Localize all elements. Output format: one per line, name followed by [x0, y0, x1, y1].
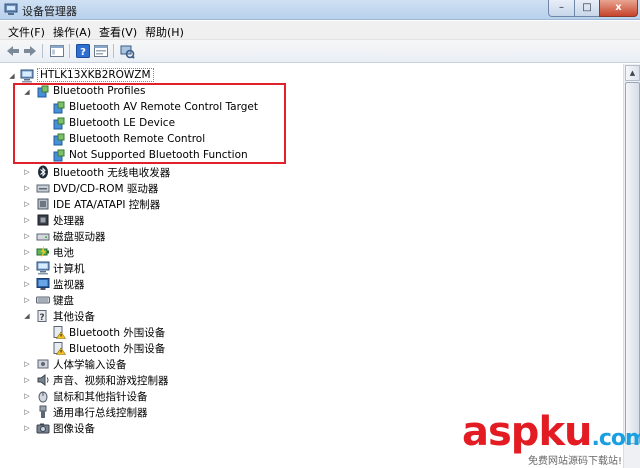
properties-icon[interactable] — [93, 43, 109, 59]
minimize-button[interactable]: – — [548, 0, 575, 17]
vertical-scrollbar[interactable]: ▲ — [623, 64, 640, 468]
expand-arrow-icon[interactable]: ▷ — [23, 296, 31, 304]
other-devices-icon: ? — [36, 309, 50, 323]
close-button[interactable]: x — [599, 0, 638, 17]
tree-device[interactable]: Bluetooth 外围设备 — [0, 340, 300, 356]
expand-arrow-icon[interactable]: ▷ — [23, 184, 31, 192]
category-label: 键盘 — [53, 295, 74, 307]
category-label: Bluetooth 无线电收发器 — [53, 167, 171, 179]
collapse-arrow-icon[interactable]: ◢ — [8, 72, 16, 80]
dvd-drive-icon — [36, 181, 50, 195]
aspku-watermark-logo: aspku.com 免费网站源码下载站! — [462, 409, 640, 467]
processor-icon — [36, 213, 50, 227]
expand-arrow-icon[interactable]: ▷ — [23, 280, 31, 288]
tree-category-dvd-cdrom[interactable]: ▷ DVD/CD-ROM 驱动器 — [0, 180, 300, 196]
expand-arrow-icon[interactable]: ▷ — [23, 376, 31, 384]
expand-arrow-icon[interactable]: ▷ — [23, 392, 31, 400]
tree-device[interactable]: Bluetooth 外围设备 — [0, 324, 300, 340]
tree-category-hid[interactable]: ▷ 人体学输入设备 — [0, 356, 300, 372]
usb-icon — [36, 405, 50, 419]
monitor-icon — [36, 277, 50, 291]
bluetooth-icon — [36, 165, 50, 179]
expand-arrow-icon[interactable]: ▷ — [23, 408, 31, 416]
tree-category-sound[interactable]: ▷ 声音、视频和游戏控制器 — [0, 372, 300, 388]
computer-icon — [20, 69, 34, 83]
tree-category-monitors[interactable]: ▷ 监视器 — [0, 276, 300, 292]
category-label: DVD/CD-ROM 驱动器 — [53, 183, 159, 195]
tree-root[interactable]: ◢ HTLK13XKB2ROWZM — [0, 68, 200, 84]
keyboard-icon — [36, 293, 50, 307]
device-manager-icon — [4, 3, 18, 16]
speaker-icon — [36, 373, 50, 387]
svg-text:?: ? — [80, 47, 86, 58]
toolbar-separator — [113, 44, 114, 58]
tree-category-bluetooth-radios[interactable]: ▷ Bluetooth 无线电收发器 — [0, 164, 300, 180]
battery-icon — [36, 245, 50, 259]
mouse-icon — [36, 389, 50, 403]
highlight-annotation-box — [13, 83, 286, 164]
device-label: Bluetooth 外围设备 — [69, 343, 166, 355]
category-label: 磁盘驱动器 — [53, 231, 106, 243]
computer-icon — [36, 261, 50, 275]
scan-hardware-icon[interactable] — [119, 43, 135, 59]
category-label: 声音、视频和游戏控制器 — [53, 375, 169, 387]
hid-icon — [36, 357, 50, 371]
back-icon[interactable] — [5, 43, 21, 59]
expand-arrow-icon[interactable]: ▷ — [23, 264, 31, 272]
category-label: 处理器 — [53, 215, 85, 227]
expand-arrow-icon[interactable]: ▷ — [23, 232, 31, 240]
menu-bar: 文件(F) 操作(A) 查看(V) 帮助(H) — [0, 21, 640, 40]
menu-view[interactable]: 查看(V) — [99, 24, 137, 40]
warning-device-icon — [52, 325, 66, 339]
category-label: 电池 — [53, 247, 74, 259]
scroll-up-button[interactable]: ▲ — [625, 65, 640, 81]
collapse-arrow-icon[interactable]: ◢ — [23, 312, 31, 320]
tree-category-keyboards[interactable]: ▷ 键盘 — [0, 292, 300, 308]
menu-action[interactable]: 操作(A) — [53, 24, 91, 40]
category-label: 通用串行总线控制器 — [53, 407, 148, 419]
menu-help[interactable]: 帮助(H) — [145, 24, 184, 40]
computer-name: HTLK13XKB2ROWZM — [37, 68, 154, 82]
menu-file[interactable]: 文件(F) — [8, 24, 45, 40]
tree-category-disk-drives[interactable]: ▷ 磁盘驱动器 — [0, 228, 300, 244]
disk-drive-icon — [36, 229, 50, 243]
category-label: 鼠标和其他指针设备 — [53, 391, 148, 403]
tree-category-mice[interactable]: ▷ 鼠标和其他指针设备 — [0, 388, 300, 404]
category-label: 监视器 — [53, 279, 85, 291]
toolbar: ? — [0, 40, 640, 63]
tree-category-ide-ata[interactable]: ▷ IDE ATA/ATAPI 控制器 — [0, 196, 300, 212]
tree-category-batteries[interactable]: ▷ 电池 — [0, 244, 300, 260]
show-hide-console-icon[interactable] — [49, 43, 65, 59]
camera-icon — [36, 421, 50, 435]
category-label: IDE ATA/ATAPI 控制器 — [53, 199, 161, 211]
device-label: Bluetooth 外围设备 — [69, 327, 166, 339]
expand-arrow-icon[interactable]: ▷ — [23, 200, 31, 208]
forward-icon[interactable] — [22, 43, 38, 59]
tree-category-other-devices[interactable]: ◢ ? 其他设备 — [0, 308, 300, 324]
category-label: 其他设备 — [53, 311, 95, 323]
window-title: 设备管理器 — [22, 5, 77, 18]
category-label: 计算机 — [53, 263, 85, 275]
tree-category-imaging[interactable]: ▷ 图像设备 — [0, 420, 300, 436]
expand-arrow-icon[interactable]: ▷ — [23, 248, 31, 256]
category-label: 图像设备 — [53, 423, 95, 435]
expand-arrow-icon[interactable]: ▷ — [23, 360, 31, 368]
toolbar-separator — [69, 44, 70, 58]
title-bar: 设备管理器 – □ x — [0, 0, 640, 20]
ide-controller-icon — [36, 197, 50, 211]
expand-arrow-icon[interactable]: ▷ — [23, 424, 31, 432]
warning-device-icon — [52, 341, 66, 355]
scroll-thumb[interactable] — [625, 82, 640, 444]
svg-text:?: ? — [39, 313, 44, 323]
tree-category-usb[interactable]: ▷ 通用串行总线控制器 — [0, 404, 300, 420]
maximize-button[interactable]: □ — [574, 0, 600, 17]
expand-arrow-icon[interactable]: ▷ — [23, 216, 31, 224]
tree-category-processors[interactable]: ▷ 处理器 — [0, 212, 300, 228]
expand-arrow-icon[interactable]: ▷ — [23, 168, 31, 176]
tree-category-computer[interactable]: ▷ 计算机 — [0, 260, 300, 276]
toolbar-separator — [42, 44, 43, 58]
category-label: 人体学输入设备 — [53, 359, 127, 371]
watermark-subtitle: 免费网站源码下载站! — [528, 456, 623, 467]
help-icon[interactable]: ? — [75, 43, 91, 59]
